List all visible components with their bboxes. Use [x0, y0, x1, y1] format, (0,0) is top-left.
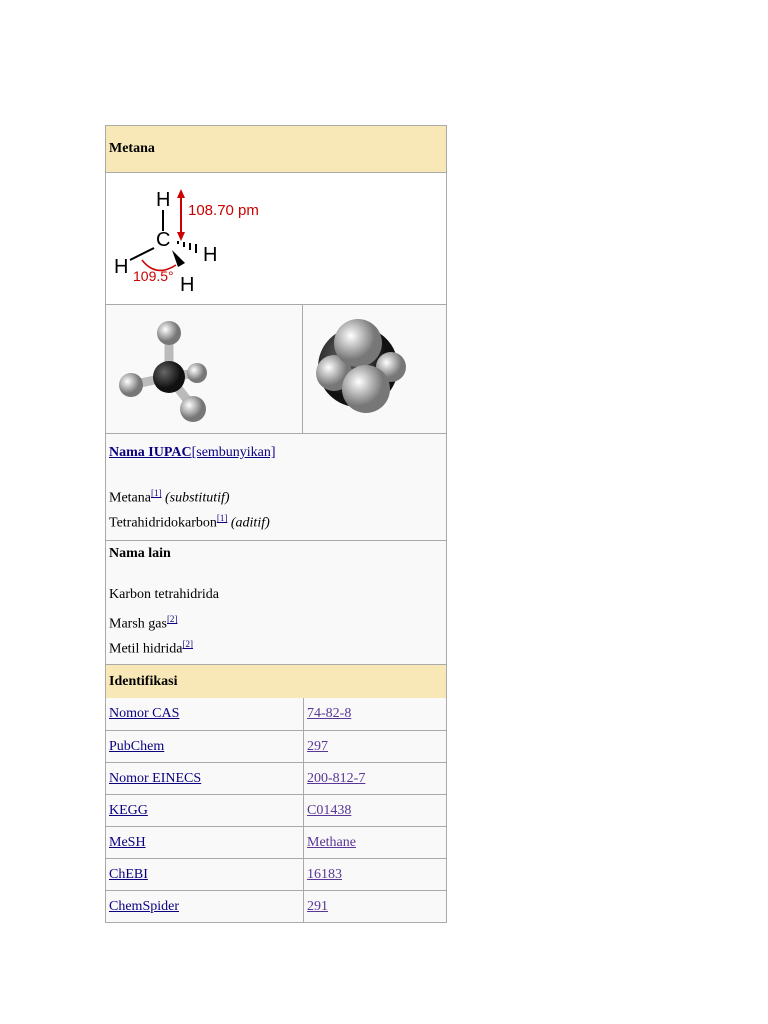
identifier-key-link[interactable]: PubChem: [109, 739, 164, 755]
bond-angle-label: 109.5°: [133, 268, 174, 284]
identifier-row: MeSH Methane: [106, 826, 446, 858]
other-name: Marsh gas[2]: [106, 607, 446, 632]
identifier-key-cell: Nomor EINECS: [106, 763, 304, 794]
iupac-name: Metana[1] (substitutif): [106, 481, 446, 506]
other-name: Karbon tetrahidrida: [106, 582, 446, 607]
identifier-value-link[interactable]: C01438: [307, 803, 351, 819]
identifier-key-link[interactable]: KEGG: [109, 803, 148, 819]
identifier-row: Nomor CAS 74-82-8: [106, 698, 446, 730]
iupac-name: Tetrahidridokarbon[1] (aditif): [106, 506, 446, 531]
name-text: Metil hidrida: [109, 641, 183, 657]
identifier-key-cell: PubChem: [106, 731, 304, 762]
other-name: Metil hidrida[2]: [106, 632, 446, 657]
identifier-row: ChEBI 16183: [106, 858, 446, 890]
identifier-key-cell: ChEBI: [106, 859, 304, 890]
other-names-section: Nama lain Karbon tetrahidrida Marsh gas[…: [106, 540, 446, 664]
model-images: [106, 304, 446, 433]
name-text: Marsh gas: [109, 616, 167, 632]
identifier-value-link[interactable]: 200-812-7: [307, 771, 365, 787]
identifier-key-cell: ChemSpider: [106, 891, 304, 922]
name-type: (aditif): [230, 515, 270, 531]
structure-diagram: H C H H H 108.70 pm 109.5°: [106, 172, 446, 304]
identifier-row: PubChem 297: [106, 730, 446, 762]
identifier-value-cell: 16183: [304, 859, 446, 890]
identifier-value-cell: Methane: [304, 827, 446, 858]
identifier-value-cell: 74-82-8: [304, 698, 446, 730]
identifier-value-link[interactable]: Methane: [307, 835, 356, 851]
ref-link[interactable]: [2]: [167, 614, 178, 624]
identifier-value-cell: 291: [304, 891, 446, 922]
space-filling-model: [303, 305, 449, 433]
identifier-value-cell: 200-812-7: [304, 763, 446, 794]
infobox-title: Metana: [106, 126, 446, 172]
atom-h-bottom: H: [180, 274, 194, 296]
atom-h-right: H: [203, 244, 217, 266]
atom-c: C: [156, 229, 170, 251]
identification-header: Identifikasi: [106, 664, 446, 698]
other-names-label: Nama lain: [109, 546, 171, 561]
identifier-value-link[interactable]: 291: [307, 899, 328, 915]
identifier-row: Nomor EINECS 200-812-7: [106, 762, 446, 794]
atom-h-left: H: [114, 256, 128, 278]
identifier-value-cell: 297: [304, 731, 446, 762]
infobox: Metana H C H H H 108.70 pm 109.5° Nama I…: [105, 125, 447, 923]
hide-toggle[interactable]: [sembunyikan]: [192, 445, 276, 460]
name-text: Tetrahidridokarbon: [109, 515, 217, 531]
name-text: Karbon tetrahidrida: [109, 587, 220, 602]
identifier-key-link[interactable]: Nomor EINECS: [109, 771, 201, 787]
bond-length-label: 108.70 pm: [188, 202, 259, 219]
identifier-key-link[interactable]: ChEBI: [109, 867, 148, 883]
identifier-value-link[interactable]: 74-82-8: [307, 706, 351, 722]
atom-h-top: H: [156, 189, 170, 211]
iupac-section: Nama IUPAC[sembunyikan] Metana[1] (subst…: [106, 433, 446, 540]
identifier-key-link[interactable]: Nomor CAS: [109, 706, 179, 722]
identifier-value-link[interactable]: 297: [307, 739, 328, 755]
identifier-row: KEGG C01438: [106, 794, 446, 826]
ball-and-stick-model: [106, 305, 303, 433]
identifier-row: ChemSpider 291: [106, 890, 446, 922]
name-text: Metana: [109, 490, 151, 506]
identifier-key-cell: MeSH: [106, 827, 304, 858]
identifier-key-cell: KEGG: [106, 795, 304, 826]
identifier-value-cell: C01438: [304, 795, 446, 826]
name-type: (substitutif): [164, 490, 230, 506]
iupac-link[interactable]: Nama IUPAC: [109, 445, 192, 460]
identifier-value-link[interactable]: 16183: [307, 867, 342, 883]
ref-link[interactable]: [1]: [151, 488, 162, 498]
ref-link[interactable]: [2]: [183, 639, 194, 649]
identifier-key-link[interactable]: ChemSpider: [109, 899, 179, 915]
identifier-key-cell: Nomor CAS: [106, 698, 304, 730]
identifier-key-link[interactable]: MeSH: [109, 835, 146, 851]
ref-link[interactable]: [1]: [217, 513, 228, 523]
